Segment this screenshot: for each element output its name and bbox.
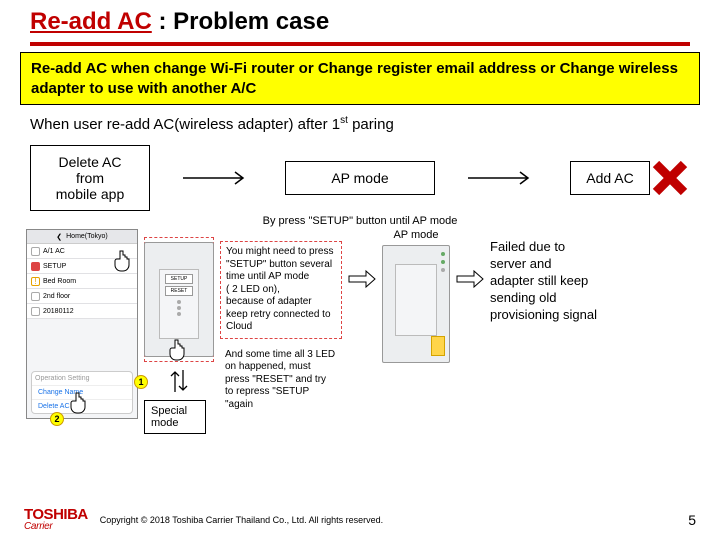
flow-step-delete: Delete AC from mobile app [30, 145, 150, 211]
step-badge-2: 2 [50, 412, 64, 426]
arrow-icon [150, 169, 285, 187]
highlight-note: Re-add AC when change Wi-Fi router or Ch… [20, 52, 700, 105]
page-number: 5 [688, 512, 696, 528]
subheading-post: paring [348, 116, 394, 133]
hand-icon [112, 249, 132, 273]
step-badge-1: 1 [134, 375, 148, 389]
outline-arrow-icon [456, 229, 484, 289]
up-down-arrow-icon [144, 368, 214, 394]
phone-row: 2nd floor [27, 289, 137, 304]
logo-toshiba: TOSHIBA [24, 507, 88, 522]
flow-step-apmode: AP mode [285, 161, 435, 195]
footer: TOSHIBA Carrier Copyright © 2018 Toshiba… [0, 507, 720, 532]
failure-text: Failed due to server and adapter still k… [490, 229, 598, 323]
title-underline [30, 42, 690, 46]
hand-icon [68, 391, 88, 415]
adapter-setup-box: SETUP RESET [144, 237, 214, 362]
adapter-setup-btn: SETUP [165, 274, 193, 284]
subheading-pre: When user re-add AC(wireless adapter) af… [30, 116, 340, 133]
subheading-sup: st [340, 115, 348, 126]
popup-heading: Operation Setting [32, 372, 132, 385]
phone-row: !Bed Room [27, 274, 137, 289]
sticker-icon [431, 336, 445, 356]
title-highlight: Re-add AC [30, 8, 152, 35]
explain-text-2: And some time all 3 LED on happened, mus… [220, 349, 342, 412]
hand-icon [167, 338, 187, 362]
flow-caption: By press "SETUP" button until AP mode [0, 215, 720, 227]
explain-text-1: You might need to press "SETUP" button s… [220, 241, 342, 339]
logo-carrier: Carrier [24, 522, 88, 532]
ap-mode-label: AP mode [393, 229, 438, 241]
subheading: When user re-add AC(wireless adapter) af… [30, 115, 690, 133]
flow-row: Delete AC from mobile app AP mode Add AC [30, 145, 690, 211]
arrow-icon [435, 169, 570, 187]
logo: TOSHIBA Carrier [24, 507, 88, 532]
phone-header: ❮Home(Tokyo) [27, 230, 137, 244]
special-mode-box: Special mode [144, 400, 206, 434]
phone-row: 20180112 [27, 304, 137, 319]
copyright-text: Copyright © 2018 Toshiba Carrier Thailan… [100, 515, 383, 525]
outline-arrow-icon [348, 229, 376, 289]
adapter-apmode-mockup [382, 245, 450, 363]
title-rest: : Problem case [152, 8, 329, 35]
adapter-reset-btn: RESET [165, 286, 193, 296]
page-title: Re-add AC : Problem case [30, 8, 690, 36]
cross-icon [650, 158, 690, 198]
flow-step-addac: Add AC [570, 161, 650, 195]
